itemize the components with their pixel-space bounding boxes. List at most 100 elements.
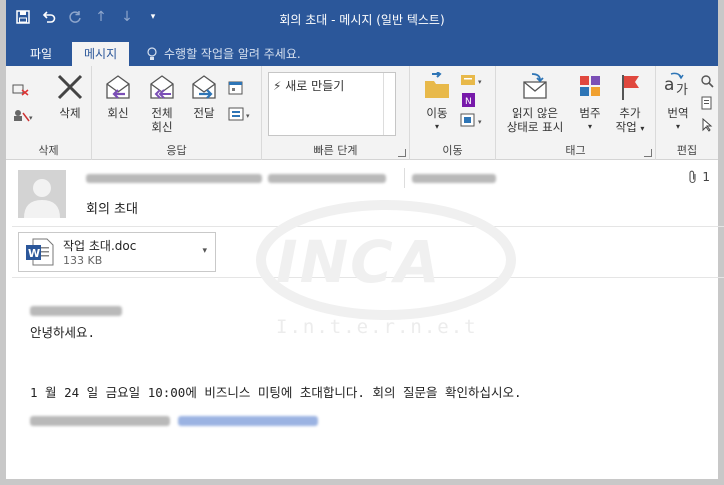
respond-group: 회신 전체 회신 전달 ▾ 응답 xyxy=(92,66,262,160)
attachment-name: 작업 초대.doc xyxy=(63,239,137,253)
redacted-signature-line xyxy=(30,416,318,426)
outlook-message-window: ↑ ↓ ▾ 회의 초대 - 메시지 (일반 텍스트) 파일 메시지 수행할 작업… xyxy=(0,0,724,485)
lightning-icon: ⚡ xyxy=(273,79,282,93)
find-icon[interactable] xyxy=(700,74,714,91)
categorize-label: 범주 xyxy=(579,106,601,120)
followup-label-2-text: 작업 xyxy=(615,120,637,134)
tags-group: 읽지 않은 상태로 표시 범주 ▾ 추가 작업 ▾ 태그 xyxy=(496,66,656,160)
select-icon[interactable] xyxy=(700,117,714,135)
quick-steps-scrollbar[interactable] xyxy=(383,73,395,135)
redacted-recipient-line xyxy=(30,306,122,316)
attachment-count: 1 xyxy=(702,170,710,184)
categorize-icon xyxy=(580,76,600,96)
svg-text:N: N xyxy=(465,97,472,107)
svg-text:▾: ▾ xyxy=(246,112,250,120)
onenote-icon[interactable]: N xyxy=(460,92,478,111)
paperclip-icon xyxy=(689,170,696,184)
svg-text:a: a xyxy=(664,75,674,95)
quick-steps-group-label: 빠른 단계 xyxy=(313,144,358,157)
redacted-timestamp xyxy=(412,174,496,183)
quick-steps-launcher-icon[interactable] xyxy=(398,149,406,157)
invitation-text: 1 월 24 일 금요일 10:00에 비즈니스 미팅에 초대합니다. 회의 질… xyxy=(30,385,522,400)
followup-button[interactable]: 추가 작업 ▾ xyxy=(610,72,650,136)
more-respond-icon[interactable]: ▾ xyxy=(228,106,254,125)
editing-group: a가 번역 ▾ 편집 xyxy=(656,66,718,160)
followup-dropdown-icon: ▾ xyxy=(640,124,645,133)
header-separator xyxy=(404,168,405,188)
forward-label: 전달 xyxy=(193,106,215,120)
delete-group: ▾ 삭제 삭제 xyxy=(6,66,92,160)
actions-icon[interactable]: ▾ xyxy=(460,112,486,131)
translate-button[interactable]: a가 번역 ▾ xyxy=(660,72,696,134)
reply-all-icon xyxy=(150,75,174,99)
attachment-indicator: 1 xyxy=(688,170,710,184)
tags-group-label: 태그 xyxy=(565,144,586,157)
message-header: 회의 초대 1 xyxy=(12,160,724,227)
redacted-signature xyxy=(30,416,170,426)
message-subject: 회의 초대 xyxy=(86,202,138,217)
svg-text:▾: ▾ xyxy=(478,78,482,86)
attachment-dropdown-icon[interactable]: ▾ xyxy=(202,246,207,256)
translate-icon: a가 xyxy=(664,72,688,98)
categorize-button[interactable]: 범주 ▾ xyxy=(572,72,608,134)
delete-label: 삭제 xyxy=(59,106,81,120)
ribbon: ▾ 삭제 삭제 회신 전체 회신 전달 ▾ 응답 ⚡ 새로 만들기 빠른 단계 … xyxy=(6,66,718,160)
reply-all-label-2: 회신 xyxy=(151,120,173,134)
tab-message[interactable]: 메시지 xyxy=(72,42,130,66)
quick-steps-group: ⚡ 새로 만들기 빠른 단계 xyxy=(262,66,410,160)
cleanup-icon[interactable]: ▾ xyxy=(12,108,36,125)
tell-me-box[interactable]: 수행할 작업을 알려 주세요. xyxy=(146,42,301,66)
delete-x-icon xyxy=(57,74,83,100)
flag-icon xyxy=(622,75,639,100)
tab-file[interactable]: 파일 xyxy=(18,42,64,66)
translate-dropdown-icon: ▾ xyxy=(675,122,680,131)
tags-launcher-icon[interactable] xyxy=(644,149,652,157)
redacted-link[interactable] xyxy=(178,416,318,426)
sender-redacted[interactable] xyxy=(86,170,386,186)
header-body-divider xyxy=(12,277,724,278)
mark-unread-icon xyxy=(523,73,547,99)
related-icon[interactable] xyxy=(700,96,714,113)
forward-button[interactable]: 전달 xyxy=(186,72,222,120)
ignore-icon[interactable] xyxy=(12,82,30,99)
forward-icon xyxy=(192,75,216,99)
rules-icon[interactable]: ▾ xyxy=(460,72,486,91)
mark-unread-button[interactable]: 읽지 않은 상태로 표시 xyxy=(498,72,572,134)
greeting-text: 안녕하세요. xyxy=(30,325,96,340)
editing-group-label: 편집 xyxy=(676,144,698,157)
followup-label-2: 작업 ▾ xyxy=(610,120,650,136)
quick-step-new[interactable]: ⚡ 새로 만들기 xyxy=(273,77,344,94)
reply-all-label-1: 전체 xyxy=(151,106,173,120)
watermark-brand: INCA xyxy=(276,228,442,296)
reply-button[interactable]: 회신 xyxy=(100,72,136,120)
move-group: 이동 ▾ ▾ N ▾ 이동 xyxy=(410,66,496,160)
delete-group-label: 삭제 xyxy=(38,144,59,157)
svg-text:W: W xyxy=(28,247,40,260)
reply-all-button[interactable]: 전체 회신 xyxy=(142,72,182,134)
reply-icon xyxy=(106,75,130,99)
move-dropdown-icon: ▾ xyxy=(434,122,439,131)
move-label: 이동 xyxy=(426,106,448,120)
quick-steps-gallery[interactable]: ⚡ 새로 만들기 xyxy=(268,72,396,136)
reply-label: 회신 xyxy=(107,106,129,120)
meeting-icon[interactable] xyxy=(228,80,246,99)
categorize-dropdown-icon: ▾ xyxy=(587,122,592,131)
move-button[interactable]: 이동 ▾ xyxy=(418,72,456,134)
watermark-sub: I.n.t.e.r.n.e.t xyxy=(276,316,478,338)
tell-me-placeholder: 수행할 작업을 알려 주세요. xyxy=(164,47,301,61)
lightbulb-icon xyxy=(147,47,157,60)
quick-step-new-label: 새로 만들기 xyxy=(285,79,345,93)
delete-button[interactable]: 삭제 xyxy=(50,72,90,120)
svg-text:가: 가 xyxy=(676,83,688,98)
svg-text:▾: ▾ xyxy=(478,118,482,126)
followup-label-1: 추가 xyxy=(619,106,641,120)
attachment-item[interactable]: W 작업 초대.doc 133 KB ▾ xyxy=(18,232,216,272)
avatar[interactable] xyxy=(18,170,66,218)
svg-text:▾: ▾ xyxy=(29,114,33,122)
attachment-size: 133 KB xyxy=(63,254,103,267)
window-title: 회의 초대 - 메시지 (일반 텍스트) xyxy=(279,13,445,27)
redacted-sender-email xyxy=(268,173,386,183)
redacted-sender-name xyxy=(86,173,263,183)
mark-unread-label-2: 상태로 표시 xyxy=(506,120,564,134)
folder-move-icon xyxy=(425,72,449,98)
